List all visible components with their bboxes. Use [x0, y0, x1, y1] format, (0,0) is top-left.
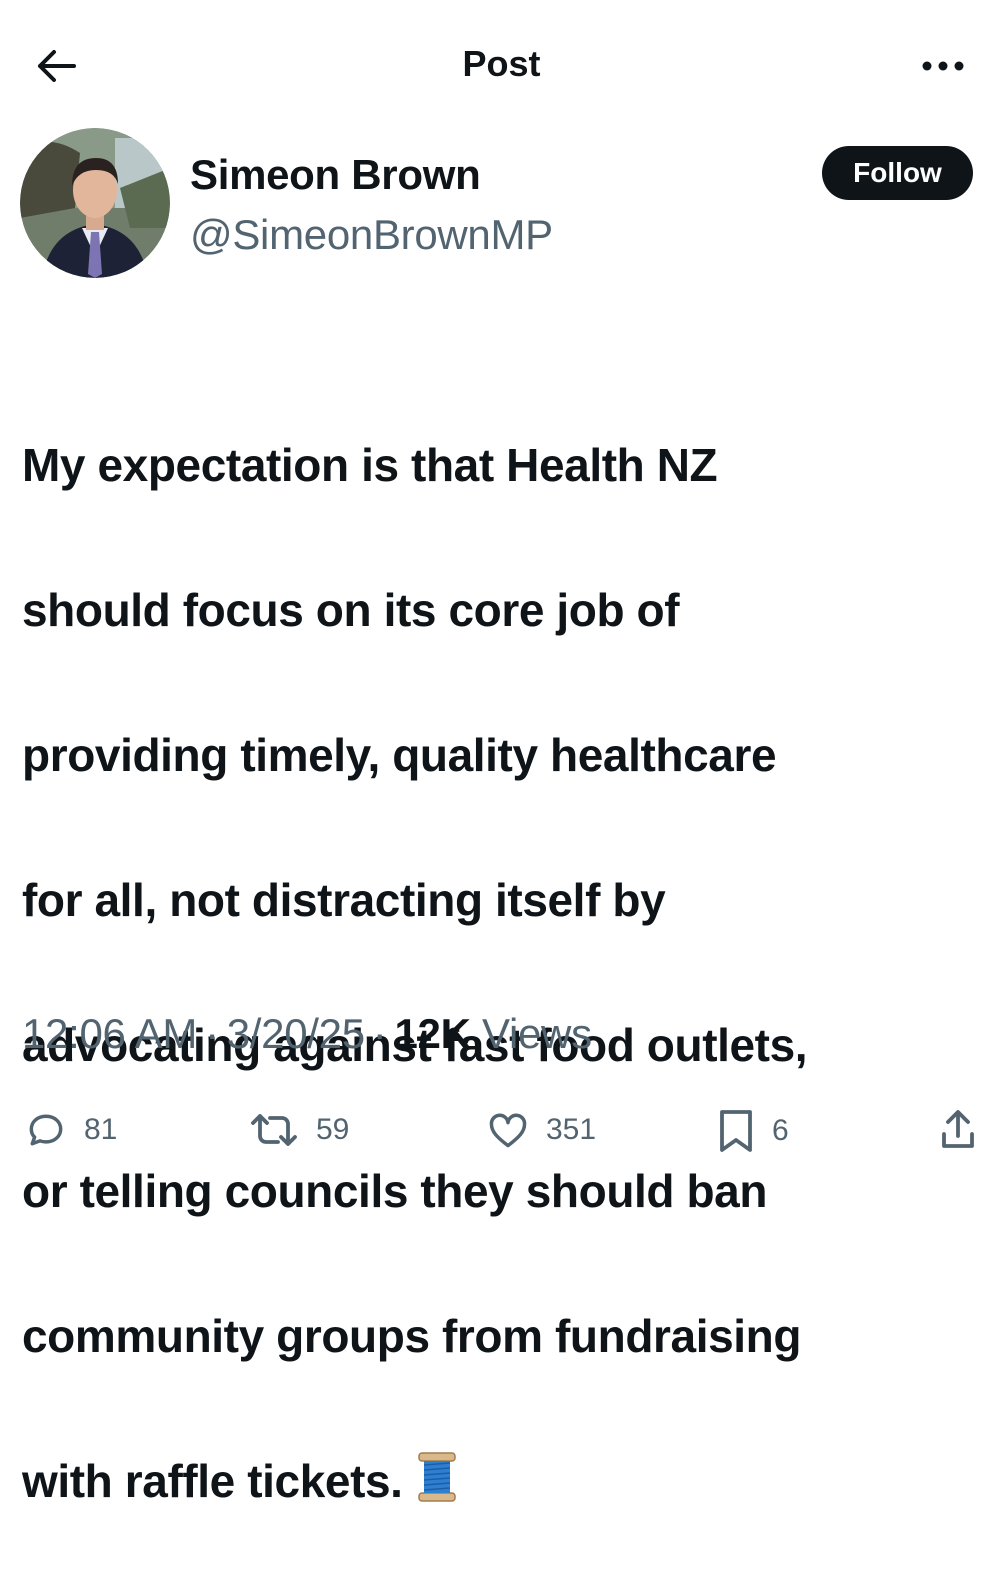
post-line-last: with raffle tickets. — [22, 1445, 982, 1524]
views-label: Views — [482, 1010, 592, 1057]
follow-button[interactable]: Follow — [822, 146, 973, 200]
post-line: My expectation is that Health NZ — [22, 438, 718, 491]
separator-dot: · — [372, 1010, 387, 1057]
like-button[interactable]: 351 — [486, 1108, 596, 1152]
post-meta: 12:06 AM · 3/20/25 · 12K Views — [22, 1004, 592, 1064]
views-count: 12K — [394, 1010, 471, 1057]
repost-button[interactable]: 59 — [248, 1108, 349, 1152]
author-name[interactable]: Simeon Brown — [190, 150, 481, 200]
bookmark-button[interactable]: 6 — [716, 1108, 789, 1154]
avatar[interactable] — [20, 128, 170, 278]
post-line: for all, not distracting itself by — [22, 874, 666, 927]
post-text: My expectation is that Health NZ should … — [22, 356, 982, 1596]
reply-count: 81 — [84, 1113, 118, 1146]
author-handle[interactable]: @SimeonBrownMP — [190, 210, 553, 260]
repost-icon — [251, 1114, 297, 1146]
page-title: Post — [462, 43, 541, 84]
bookmark-count: 6 — [772, 1114, 789, 1147]
share-button[interactable] — [938, 1108, 978, 1152]
post-date: 3/20/25 — [226, 1010, 365, 1057]
action-bar: 81 59 351 6 — [0, 1100, 1003, 1170]
profile-photo — [20, 128, 170, 278]
more-horizontal-icon — [922, 61, 964, 71]
post-line: should focus on its core job of — [22, 583, 680, 636]
like-count: 351 — [546, 1113, 597, 1146]
post-time: 12:06 AM — [22, 1010, 198, 1057]
heart-icon — [489, 1113, 527, 1148]
post-line: providing timely, quality healthcare — [22, 728, 777, 781]
thread-spool-emoji — [417, 1451, 457, 1524]
share-icon — [942, 1110, 974, 1148]
more-options-button[interactable] — [913, 40, 973, 92]
post-line-text: with raffle tickets. — [22, 1454, 403, 1507]
post-line: community groups from fundraising — [22, 1309, 802, 1362]
reply-icon — [29, 1114, 63, 1146]
separator-dot: · — [205, 1010, 219, 1057]
bookmark-icon — [720, 1110, 752, 1152]
repost-count: 59 — [316, 1113, 350, 1146]
top-bar: Post — [0, 0, 1003, 130]
reply-button[interactable]: 81 — [24, 1108, 117, 1152]
